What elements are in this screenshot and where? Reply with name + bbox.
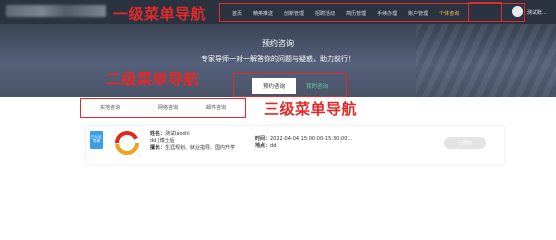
username[interactable]: 测试账... [527, 9, 547, 16]
site-logo[interactable] [6, 5, 106, 17]
booked-button[interactable]: 已预约 [444, 137, 486, 149]
consultant-photo [114, 130, 140, 156]
tab-email-consult[interactable]: 邮件咨询 [206, 104, 226, 111]
tab-onsite-consult[interactable]: 实地咨询 [100, 104, 120, 111]
consultant-name: 测试laoshi [165, 131, 190, 137]
annotation-level2: 二级菜单导航 [106, 70, 200, 88]
consultant-title: dd |博士后 [150, 138, 175, 144]
level2-highlight-box [233, 73, 347, 97]
annotation-level3: 三级菜单导航 [264, 100, 358, 118]
hero-title: 预约咨询 [262, 39, 294, 48]
consult-time: 2022-04-04 15:00:00-15:30:00... [270, 136, 353, 142]
name-label: 姓名： [150, 131, 166, 137]
consult-schedule: 时间：2022-04-04 15:00:00-15:30:00... 地点：dd [255, 136, 352, 150]
consult-place: dd [270, 143, 277, 149]
consultant-field-row: 擅长：生涯规划、就业指导、国内升学 [150, 145, 235, 152]
consultant-field: 生涯规划、就业指导、国内升学 [165, 145, 236, 151]
active-nav-highlight-box [468, 2, 502, 22]
consultant-info: 姓名：测试laoshi dd |博士后 擅长：生涯规划、就业指导、国内升学 [150, 131, 235, 152]
consultant-name-row: 姓名：测试laoshi [150, 131, 235, 138]
time-label: 时间： [255, 136, 271, 142]
certified-badge: 已认证导师 [90, 131, 103, 149]
tab-online-consult[interactable]: 网络咨询 [158, 104, 178, 111]
annotation-level1: 一级菜单导航 [113, 5, 207, 23]
field-label: 擅长： [150, 145, 166, 151]
place-row: 地点：dd [255, 143, 352, 150]
place-label: 地点： [255, 143, 271, 149]
time-row: 时间：2022-04-04 15:00:00-15:30:00... [255, 136, 352, 143]
hero-subtitle: 专家导师一对一解答你的问题与疑惑，助力前行！ [201, 55, 355, 63]
